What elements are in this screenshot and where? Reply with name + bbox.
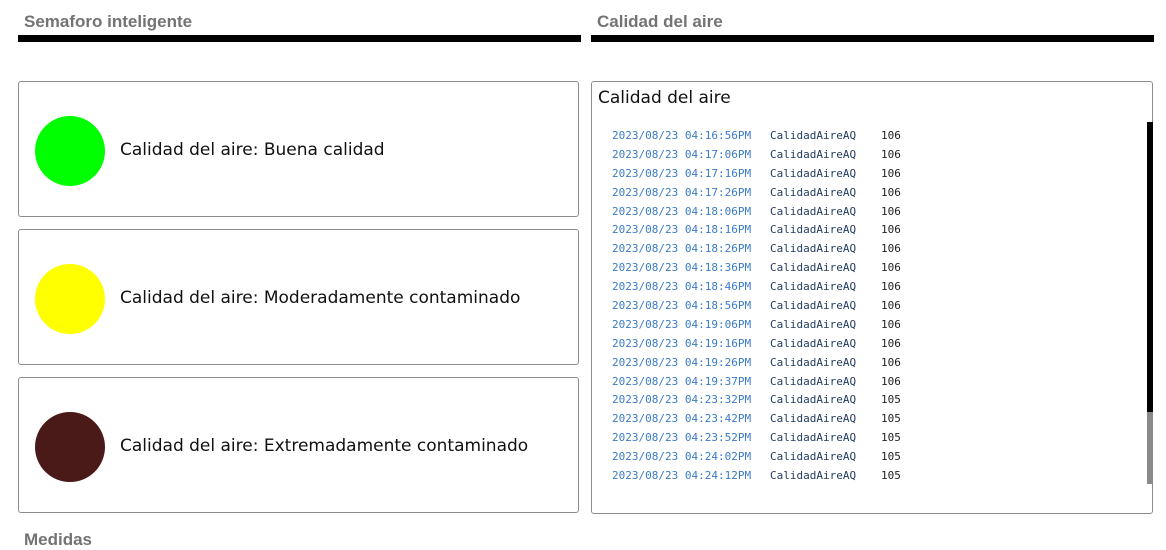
status-lamp-moderate xyxy=(35,264,105,334)
log-row: 2023/08/23 04:24:12PM CalidadAireAQ 105 xyxy=(612,467,901,486)
log-row: 2023/08/23 04:23:52PM CalidadAireAQ 105 xyxy=(612,429,901,448)
log-timestamp: 2023/08/23 04:23:32PM xyxy=(612,393,752,407)
log-sensor-name: CalidadAireAQ xyxy=(770,261,857,275)
log-timestamp: 2023/08/23 04:19:06PM xyxy=(612,317,752,331)
log-sensor-name: CalidadAireAQ xyxy=(770,355,857,369)
status-lamp-extreme xyxy=(35,412,105,482)
log-row: 2023/08/23 04:24:02PM CalidadAireAQ 105 xyxy=(612,448,901,467)
log-timestamp: 2023/08/23 04:24:02PM xyxy=(612,450,752,464)
log-value: 106 xyxy=(881,299,901,313)
log-row: 2023/08/23 04:18:36PM CalidadAireAQ 106 xyxy=(612,259,901,278)
log-value: 105 xyxy=(881,469,901,483)
log-sensor-name: CalidadAireAQ xyxy=(770,374,857,388)
log-row: 2023/08/23 04:17:26PM CalidadAireAQ 106 xyxy=(612,184,901,203)
log-row: 2023/08/23 04:18:56PM CalidadAireAQ 106 xyxy=(612,297,901,316)
log-timestamp: 2023/08/23 04:17:16PM xyxy=(612,166,752,180)
log-row: 2023/08/23 04:19:26PM CalidadAireAQ 106 xyxy=(612,354,901,373)
log-timestamp: 2023/08/23 04:17:26PM xyxy=(612,185,752,199)
log-sensor-name: CalidadAireAQ xyxy=(770,185,857,199)
log-value: 106 xyxy=(881,147,901,161)
log-sensor-name: CalidadAireAQ xyxy=(770,129,857,142)
log-timestamp: 2023/08/23 04:18:26PM xyxy=(612,242,752,256)
log-timestamp: 2023/08/23 04:18:36PM xyxy=(612,261,752,275)
log-row: 2023/08/23 04:18:16PM CalidadAireAQ 106 xyxy=(612,221,901,240)
traffic-light-card-moderate: Calidad del aire: Moderadamente contamin… xyxy=(18,229,579,365)
log-sensor-name: CalidadAireAQ xyxy=(770,431,857,445)
log-row: 2023/08/23 04:18:06PM CalidadAireAQ 106 xyxy=(612,203,901,222)
log-row: 2023/08/23 04:16:56PM CalidadAireAQ 106 xyxy=(612,127,901,146)
log-value: 106 xyxy=(881,204,901,218)
log-value: 105 xyxy=(881,450,901,464)
log-value: 106 xyxy=(881,166,901,180)
status-label-extreme: Calidad del aire: Extremadamente contami… xyxy=(120,436,529,456)
log-value: 106 xyxy=(881,280,901,294)
log-sensor-name: CalidadAireAQ xyxy=(770,469,857,483)
log-value: 105 xyxy=(881,412,901,426)
log-sensor-name: CalidadAireAQ xyxy=(770,299,857,313)
log-timestamp: 2023/08/23 04:19:26PM xyxy=(612,355,752,369)
log-value: 105 xyxy=(881,431,901,445)
log-sensor-name: CalidadAireAQ xyxy=(770,280,857,294)
log-value: 106 xyxy=(881,242,901,256)
log-sensor-name: CalidadAireAQ xyxy=(770,223,857,237)
log-sensor-name: CalidadAireAQ xyxy=(770,204,857,218)
log-sensor-name: CalidadAireAQ xyxy=(770,242,857,256)
log-value: 106 xyxy=(881,336,901,350)
log-timestamp: 2023/08/23 04:19:16PM xyxy=(612,336,752,350)
air-quality-log-card: Calidad del aire 2023/08/23 04:16:56PM Ca… xyxy=(591,81,1153,514)
log-row: 2023/08/23 04:18:46PM CalidadAireAQ 106 xyxy=(612,278,901,297)
log-value: 106 xyxy=(881,223,901,237)
log-value: 106 xyxy=(881,261,901,275)
log-timestamp: 2023/08/23 04:18:06PM xyxy=(612,204,752,218)
log-value: 105 xyxy=(881,393,901,407)
log-sensor-name: CalidadAireAQ xyxy=(770,450,857,464)
traffic-light-card-extreme: Calidad del aire: Extremadamente contami… xyxy=(18,377,579,513)
status-label-moderate: Calidad del aire: Moderadamente contamin… xyxy=(120,288,521,308)
log-list: 2023/08/23 04:16:56PM CalidadAireAQ 106 202… xyxy=(612,127,901,486)
log-value: 106 xyxy=(881,374,901,388)
log-timestamp: 2023/08/23 04:23:52PM xyxy=(612,431,752,445)
log-row: 2023/08/23 04:23:42PM CalidadAireAQ 105 xyxy=(612,410,901,429)
log-timestamp: 2023/08/23 04:16:56PM xyxy=(612,129,752,142)
log-value: 106 xyxy=(881,185,901,199)
log-title: Calidad del aire xyxy=(598,88,731,108)
section-divider-semaforo xyxy=(18,35,581,42)
log-sensor-name: CalidadAireAQ xyxy=(770,147,857,161)
log-scrollbar-thumb[interactable] xyxy=(1147,122,1153,412)
log-sensor-name: CalidadAireAQ xyxy=(770,393,857,407)
log-scrollbar[interactable] xyxy=(1147,122,1153,484)
log-row: 2023/08/23 04:19:16PM CalidadAireAQ 106 xyxy=(612,335,901,354)
section-title-semaforo: Semaforo inteligente xyxy=(24,12,193,31)
status-label-good: Calidad del aire: Buena calidad xyxy=(120,140,385,160)
log-timestamp: 2023/08/23 04:17:06PM xyxy=(612,147,752,161)
log-timestamp: 2023/08/23 04:18:16PM xyxy=(612,223,752,237)
status-lamp-good xyxy=(35,116,105,186)
log-timestamp: 2023/08/23 04:18:46PM xyxy=(612,280,752,294)
section-title-calidad-aire: Calidad del aire xyxy=(597,12,723,31)
log-sensor-name: CalidadAireAQ xyxy=(770,336,857,350)
log-timestamp: 2023/08/23 04:19:37PM xyxy=(612,374,752,388)
section-divider-calidad-aire xyxy=(591,35,1154,42)
log-sensor-name: CalidadAireAQ xyxy=(770,166,857,180)
traffic-light-card-good: Calidad del aire: Buena calidad xyxy=(18,81,579,217)
section-title-medidas: Medidas xyxy=(24,530,93,549)
log-timestamp: 2023/08/23 04:23:42PM xyxy=(612,412,752,426)
log-row: 2023/08/23 04:17:16PM CalidadAireAQ 106 xyxy=(612,165,901,184)
log-row: 2023/08/23 04:23:32PM CalidadAireAQ 105 xyxy=(612,391,901,410)
log-value: 106 xyxy=(881,317,901,331)
log-value: 106 xyxy=(881,355,901,369)
log-timestamp: 2023/08/23 04:24:12PM xyxy=(612,469,752,483)
log-row: 2023/08/23 04:17:06PM CalidadAireAQ 106 xyxy=(612,146,901,165)
log-sensor-name: CalidadAireAQ xyxy=(770,317,857,331)
log-value: 106 xyxy=(881,129,901,142)
log-sensor-name: CalidadAireAQ xyxy=(770,412,857,426)
log-row: 2023/08/23 04:18:26PM CalidadAireAQ 106 xyxy=(612,240,901,259)
log-row: 2023/08/23 04:19:06PM CalidadAireAQ 106 xyxy=(612,316,901,335)
log-row: 2023/08/23 04:19:37PM CalidadAireAQ 106 xyxy=(612,373,901,392)
log-timestamp: 2023/08/23 04:18:56PM xyxy=(612,299,752,313)
